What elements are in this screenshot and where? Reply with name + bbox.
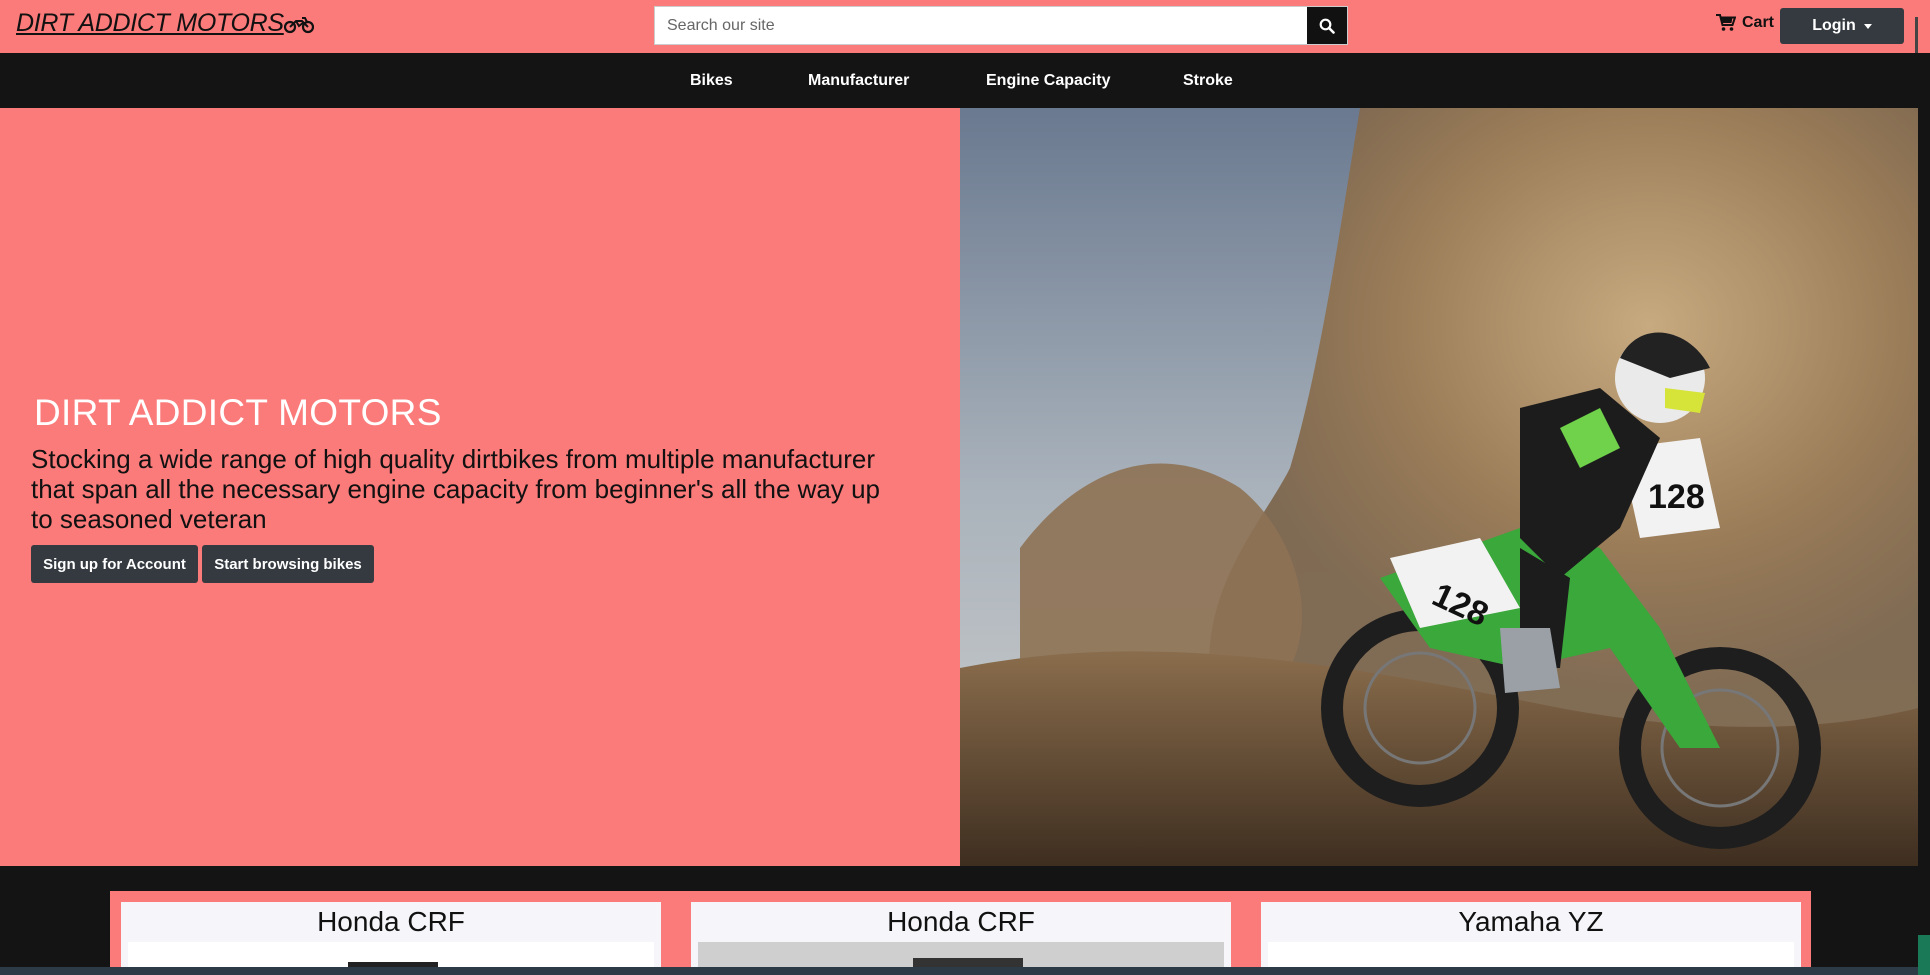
login-label: Login (1812, 17, 1856, 34)
hero-description: Stocking a wide range of high quality di… (31, 444, 881, 534)
search-icon (1319, 18, 1335, 34)
nav-item-manufacturer[interactable]: Manufacturer (808, 72, 909, 90)
product-card[interactable]: Yamaha YZ (1261, 902, 1801, 975)
nav-item-engine-capacity[interactable]: Engine Capacity (986, 72, 1110, 90)
signup-button[interactable]: Sign up for Account (31, 545, 198, 583)
motorbike-icon (283, 16, 314, 33)
search-button[interactable] (1307, 7, 1347, 44)
brand-name: DIRT ADDICT MOTORS (16, 9, 284, 37)
taskbar-corner (1918, 935, 1930, 975)
product-card[interactable]: Honda CRF (121, 902, 661, 975)
cart-label: Cart (1742, 14, 1775, 31)
top-header: DIRT ADDICT MOTORS Cart Login (0, 0, 1930, 53)
login-dropdown-button[interactable]: Login (1780, 8, 1904, 44)
cart-icon (1716, 14, 1736, 31)
products-frame: Honda CRF Honda CRF Yamaha YZ (110, 891, 1811, 975)
cart-link[interactable]: Cart (1716, 14, 1774, 32)
product-title: Honda CRF (887, 906, 1035, 937)
products-section: Honda CRF Honda CRF Yamaha YZ (0, 866, 1918, 975)
hero-section: DIRT ADDICT MOTORS Stocking a wide range… (0, 108, 960, 866)
nav-item-stroke[interactable]: Stroke (1183, 72, 1233, 90)
browse-bikes-button[interactable]: Start browsing bikes (202, 545, 374, 583)
caret-down-icon (1863, 23, 1872, 29)
nav-item-bikes[interactable]: Bikes (690, 72, 733, 90)
taskbar-edge (0, 967, 1930, 975)
hero-image: 128 128 (960, 108, 1918, 866)
product-title: Honda CRF (317, 906, 465, 937)
hero-title: DIRT ADDICT MOTORS (34, 392, 442, 433)
dirtbike-rider-image: 128 128 (960, 108, 1918, 866)
number-plate-front: 128 (1648, 478, 1705, 516)
search-input[interactable] (655, 7, 1307, 44)
product-title: Yamaha YZ (1458, 906, 1604, 937)
main-nav: Bikes Manufacturer Engine Capacity Strok… (0, 53, 1918, 108)
brand-logo-link[interactable]: DIRT ADDICT MOTORS (16, 9, 314, 38)
search-bar (654, 6, 1348, 45)
product-card[interactable]: Honda CRF (691, 902, 1231, 975)
